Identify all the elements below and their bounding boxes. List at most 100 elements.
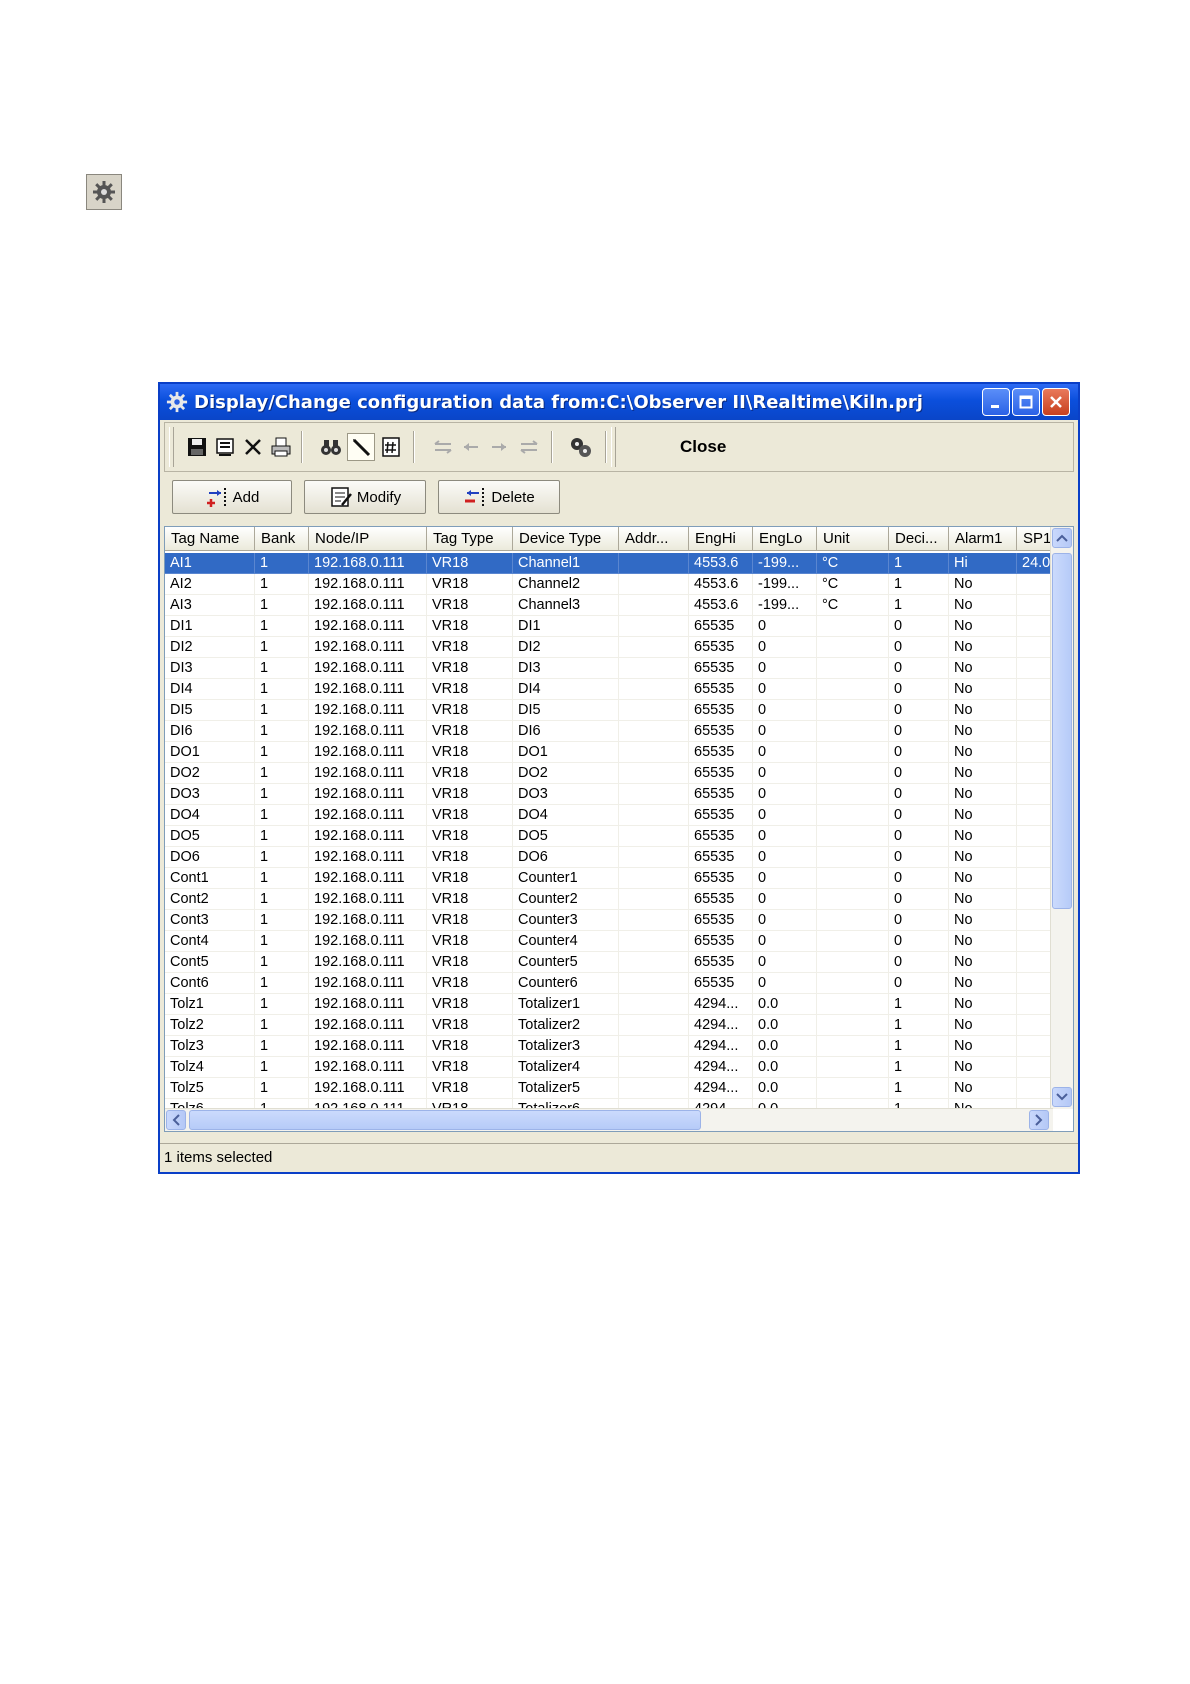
table-cell: Tolz1 [165,994,255,1015]
table-row[interactable]: Cont1 1 192.168.0.111 VR18 Counter1 65535 0 0 No [165,868,1051,889]
table-cell: DO2 [513,763,619,784]
toolbar-grip[interactable] [611,427,616,467]
table-cell [1017,658,1051,679]
delete-tool[interactable] [239,433,267,461]
table-cell: 192.168.0.111 [309,994,427,1015]
print-tool[interactable] [267,433,295,461]
table-cell: DO2 [165,763,255,784]
table-cell: No [949,805,1017,826]
vertical-scroll-thumb[interactable] [1052,553,1072,909]
table-row[interactable]: Cont2 1 192.168.0.111 VR18 Counter2 65535 0 0 No [165,889,1051,910]
table-cell [619,931,689,952]
table-cell: 0 [889,826,949,847]
table-row[interactable]: Cont3 1 192.168.0.111 VR18 Counter3 65535 0 0 No [165,910,1051,931]
table-row[interactable]: AI2 1 192.168.0.111 VR18 Channel2 4553.6 -199.… [165,574,1051,595]
table-cell: 192.168.0.111 [309,910,427,931]
numbering-tool[interactable] [377,433,405,461]
table-row[interactable]: Cont6 1 192.168.0.111 VR18 Counter6 65535 0 0 No [165,973,1051,994]
column-header[interactable]: Bank [255,527,309,551]
table-row[interactable]: Tolz2 1 192.168.0.111 VR18 Totalizer2 4294...… [165,1015,1051,1036]
table-row[interactable]: Tolz1 1 192.168.0.111 VR18 Totalizer1 4294...… [165,994,1051,1015]
column-header[interactable]: SP1 [1017,527,1051,551]
add-button[interactable]: Add [172,480,292,514]
table-cell: 65535 [689,658,753,679]
table-row[interactable]: Cont5 1 192.168.0.111 VR18 Counter5 65535 0 0 No [165,952,1051,973]
table-cell [1017,637,1051,658]
table-row[interactable]: DI1 1 192.168.0.111 VR18 DI1 65535 0 0 No [165,616,1051,637]
table-row[interactable]: Tolz5 1 192.168.0.111 VR18 Totalizer5 4294...… [165,1078,1051,1099]
table-cell [619,658,689,679]
table-row[interactable]: DO6 1 192.168.0.111 VR18 DO6 65535 0 0 No [165,847,1051,868]
table-row[interactable]: DI5 1 192.168.0.111 VR18 DI5 65535 0 0 No [165,700,1051,721]
table-row[interactable]: DI2 1 192.168.0.111 VR18 DI2 65535 0 0 No [165,637,1051,658]
table-cell: 1 [889,1036,949,1057]
table-row[interactable]: DI3 1 192.168.0.111 VR18 DI3 65535 0 0 No [165,658,1051,679]
column-header[interactable]: Unit [817,527,889,551]
pencil-icon [352,438,371,457]
table-row[interactable]: DO4 1 192.168.0.111 VR18 DO4 65535 0 0 No [165,805,1051,826]
table-cell: VR18 [427,574,513,595]
modify-button[interactable]: Modify [304,480,426,514]
table-row[interactable]: DO5 1 192.168.0.111 VR18 DO5 65535 0 0 No [165,826,1051,847]
table-row[interactable]: AI1 1 192.168.0.111 VR18 Channel1 4553.6 -199.… [165,553,1051,574]
column-header[interactable]: Alarm1 [949,527,1017,551]
table-cell: 192.168.0.111 [309,1057,427,1078]
table-cell: 0 [753,931,817,952]
close-window-button[interactable] [1042,388,1070,416]
table-row[interactable]: DO3 1 192.168.0.111 VR18 DO3 65535 0 0 No [165,784,1051,805]
find-tool[interactable] [317,433,345,461]
table-cell: 0 [889,679,949,700]
table-cell: VR18 [427,805,513,826]
column-header[interactable]: Deci... [889,527,949,551]
table-cell: VR18 [427,931,513,952]
table-row[interactable]: DO2 1 192.168.0.111 VR18 DO2 65535 0 0 No [165,763,1051,784]
scroll-up-button[interactable] [1052,528,1072,548]
maximize-button[interactable] [1012,388,1040,416]
close-button[interactable]: Close [680,437,726,457]
table-cell: VR18 [427,889,513,910]
edit-tool[interactable] [347,433,375,461]
table-row[interactable]: AI3 1 192.168.0.111 VR18 Channel3 4553.6 -199.… [165,595,1051,616]
table-cell: VR18 [427,658,513,679]
minimize-button[interactable] [982,388,1010,416]
table-cell: Counter1 [513,868,619,889]
column-header[interactable]: Addr... [619,527,689,551]
title-bar[interactable]: Display/Change configuration data from:C… [160,384,1078,420]
save-as-tool[interactable] [211,433,239,461]
table-row[interactable]: Cont4 1 192.168.0.111 VR18 Counter4 65535 0 0 No [165,931,1051,952]
table-cell: 65535 [689,721,753,742]
delete-button[interactable]: Delete [438,480,560,514]
floppy-save-icon [188,438,206,456]
column-header[interactable]: Tag Name [165,527,255,551]
scroll-down-button[interactable] [1052,1087,1072,1107]
table-cell [1017,595,1051,616]
table-row[interactable]: Tolz4 1 192.168.0.111 VR18 Totalizer4 4294...… [165,1057,1051,1078]
table-row[interactable]: DI4 1 192.168.0.111 VR18 DI4 65535 0 0 No [165,679,1051,700]
column-header[interactable]: EngHi [689,527,753,551]
table-row[interactable]: DO1 1 192.168.0.111 VR18 DO1 65535 0 0 No [165,742,1051,763]
table-row[interactable]: Tolz3 1 192.168.0.111 VR18 Totalizer3 4294...… [165,1036,1051,1057]
column-header[interactable]: EngLo [753,527,817,551]
table-row[interactable]: DI6 1 192.168.0.111 VR18 DI6 65535 0 0 No [165,721,1051,742]
table-cell: 0 [753,910,817,931]
gears-icon [571,438,591,457]
table-cell: 4294... [689,994,753,1015]
gear-icon [166,391,188,413]
table-cell: No [949,742,1017,763]
config-tool[interactable] [567,433,595,461]
column-header[interactable]: Tag Type [427,527,513,551]
column-header[interactable]: Device Type [513,527,619,551]
table-cell: 1 [255,889,309,910]
toolbar-grip[interactable] [169,427,174,467]
scroll-right-button[interactable] [1029,1110,1049,1130]
table-cell: 1 [255,994,309,1015]
table-cell [817,1057,889,1078]
save-tool[interactable] [183,433,211,461]
column-header[interactable]: Node/IP [309,527,427,551]
settings-gear-button[interactable] [86,174,122,210]
scroll-left-button[interactable] [166,1110,186,1130]
horizontal-scroll-thumb[interactable] [189,1110,701,1130]
horizontal-scrollbar[interactable] [165,1108,1053,1131]
table-cell [1017,952,1051,973]
vertical-scrollbar[interactable] [1050,527,1073,1109]
